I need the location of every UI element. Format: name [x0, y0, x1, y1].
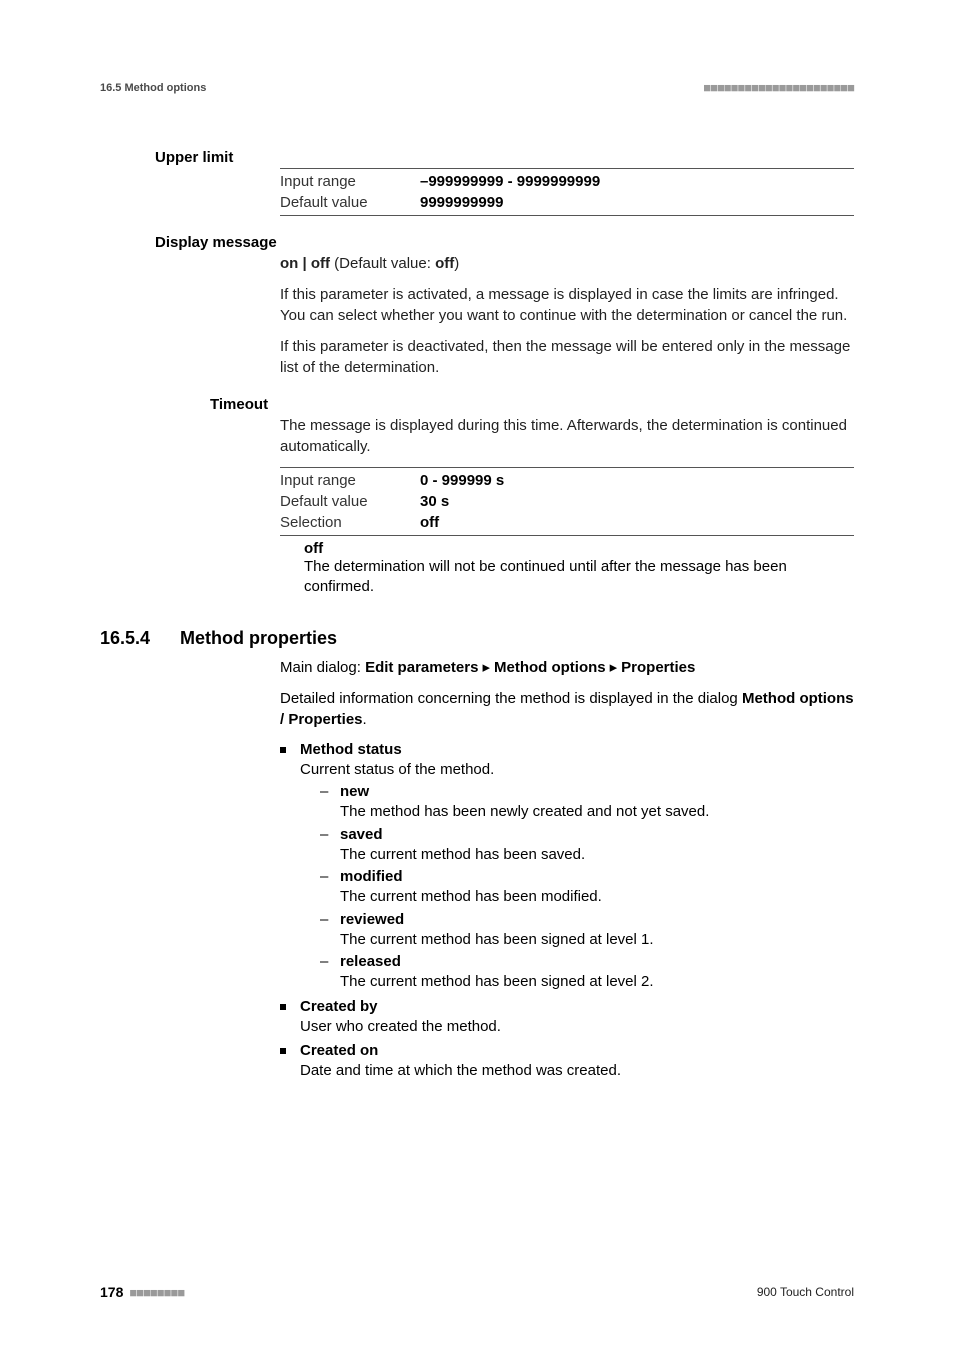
footer-right: 900 Touch Control	[757, 1285, 854, 1299]
timeout-table: Input range 0 - 999999 s Default value 3…	[280, 467, 854, 536]
section-intro-c: .	[363, 711, 367, 728]
list-item: new The method has been newly created an…	[320, 782, 854, 823]
upper-limit-table: Input range –999999999 - 9999999999 Defa…	[280, 168, 854, 216]
section-intro-a: Detailed information concerning the meth…	[280, 690, 742, 707]
default-value: off	[435, 255, 454, 272]
list-item: Method status Current status of the meth…	[280, 740, 854, 993]
table-row: Default value 9999999999	[280, 192, 854, 213]
footer-decor: ■■■■■■■■	[129, 1285, 184, 1300]
display-message-onoff: on | off (Default value: off)	[280, 253, 854, 274]
triangle-icon: ▸	[606, 657, 622, 678]
timeout-block: Timeout The message is displayed during …	[100, 396, 854, 598]
upper-limit-term: Upper limit	[155, 149, 854, 166]
sub-desc: The current method has been signed at le…	[340, 931, 654, 948]
param-label: Default value	[280, 192, 420, 213]
page-header: 16.5 Method options ■■■■■■■■■■■■■■■■■■■■…	[100, 80, 854, 99]
sub-title: reviewed	[340, 911, 404, 928]
item-title: Created on	[300, 1042, 378, 1059]
sub-title: released	[340, 953, 401, 970]
page-number: 178	[100, 1284, 123, 1300]
list-item: released The current method has been sig…	[320, 952, 854, 993]
item-title: Method status	[300, 741, 402, 758]
param-value: off	[420, 512, 439, 533]
sub-desc: The current method has been signed at le…	[340, 973, 654, 990]
default-label-open: (Default value:	[330, 255, 435, 272]
section-number: 16.5.4	[100, 628, 180, 649]
main-dialog-step: Method options	[494, 659, 606, 676]
table-row: Default value 30 s	[280, 491, 854, 512]
display-message-para1: If this parameter is activated, a messag…	[280, 284, 854, 326]
header-section-label: 16.5 Method options	[100, 82, 206, 94]
param-value: 9999999999	[420, 192, 503, 213]
sub-desc: The method has been newly created and no…	[340, 803, 709, 820]
item-desc: Current status of the method.	[300, 761, 494, 778]
timeout-off-title: off	[304, 540, 854, 557]
main-dialog-path: Main dialog: Edit parameters▸Method opti…	[280, 657, 854, 678]
list-item: reviewed The current method has been sig…	[320, 910, 854, 951]
list-item: Created on Date and time at which the me…	[280, 1041, 854, 1082]
table-row: Selection off	[280, 512, 854, 533]
sub-title: saved	[340, 826, 383, 843]
list-item: modified The current method has been mod…	[320, 867, 854, 908]
list-item: saved The current method has been saved.	[320, 825, 854, 866]
param-value: –999999999 - 9999999999	[420, 171, 600, 192]
main-dialog-label: Main dialog:	[280, 659, 365, 676]
display-message-block: Display message on | off (Default value:…	[100, 234, 854, 378]
item-desc: Date and time at which the method was cr…	[300, 1062, 621, 1079]
section-intro: Detailed information concerning the meth…	[280, 688, 854, 730]
header-decor: ■■■■■■■■■■■■■■■■■■■■■■	[703, 80, 854, 95]
display-message-para2: If this parameter is deactivated, then t…	[280, 336, 854, 378]
sub-title: modified	[340, 868, 403, 885]
param-value: 30 s	[420, 491, 449, 512]
param-label: Default value	[280, 491, 420, 512]
sub-desc: The current method has been saved.	[340, 846, 585, 863]
item-desc: User who created the method.	[300, 1018, 501, 1035]
section-heading: 16.5.4 Method properties	[100, 628, 854, 649]
default-label-close: )	[454, 255, 459, 272]
param-label: Input range	[280, 171, 420, 192]
timeout-off-block: off The determination will not be contin…	[304, 540, 854, 598]
table-row: Input range –999999999 - 9999999999	[280, 171, 854, 192]
timeout-intro: The message is displayed during this tim…	[280, 415, 854, 457]
display-message-term: Display message	[155, 234, 854, 251]
timeout-off-desc: The determination will not be continued …	[304, 557, 854, 598]
footer-left: 178 ■■■■■■■■	[100, 1284, 184, 1300]
triangle-icon: ▸	[478, 657, 494, 678]
timeout-term: Timeout	[210, 396, 854, 413]
properties-list: Method status Current status of the meth…	[280, 740, 854, 1082]
page-footer: 178 ■■■■■■■■ 900 Touch Control	[100, 1284, 854, 1300]
item-title: Created by	[300, 998, 378, 1015]
list-item: Created by User who created the method.	[280, 997, 854, 1038]
param-value: 0 - 999999 s	[420, 470, 504, 491]
sub-title: new	[340, 783, 369, 800]
section-title: Method properties	[180, 628, 337, 649]
sub-desc: The current method has been modified.	[340, 888, 602, 905]
table-row: Input range 0 - 999999 s	[280, 470, 854, 491]
param-label: Input range	[280, 470, 420, 491]
main-dialog-step: Edit parameters	[365, 659, 478, 676]
onoff-values: on | off	[280, 255, 330, 272]
upper-limit-block: Upper limit Input range –999999999 - 999…	[100, 149, 854, 216]
status-sublist: new The method has been newly created an…	[320, 782, 854, 993]
main-dialog-step: Properties	[621, 659, 695, 676]
param-label: Selection	[280, 512, 420, 533]
